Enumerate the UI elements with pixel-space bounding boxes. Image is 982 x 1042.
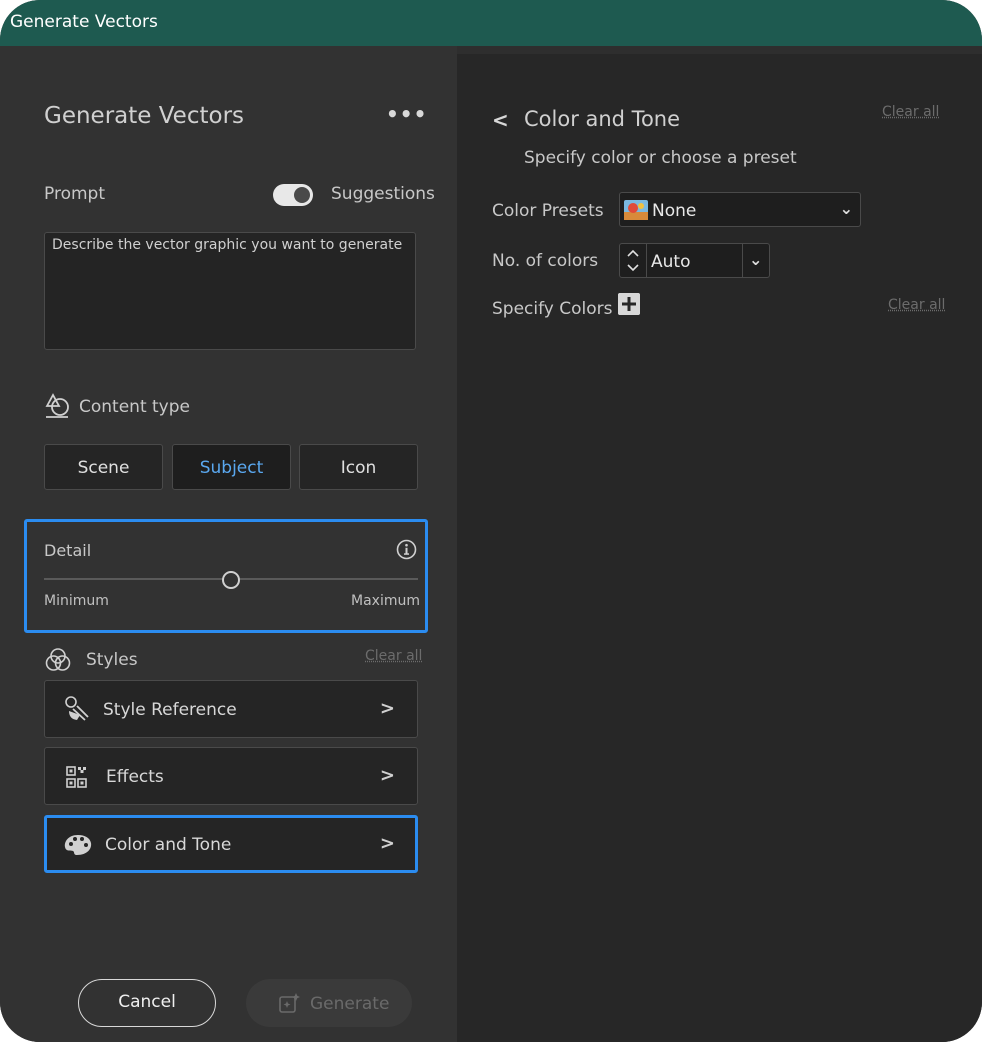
window-title: Generate Vectors	[10, 12, 158, 32]
effects-icon	[66, 766, 87, 788]
chevron-right-icon: >	[379, 833, 395, 854]
generate-label: Generate	[310, 994, 390, 1014]
panel-title: Generate Vectors	[44, 103, 245, 129]
content-type-scene-button[interactable]: Scene	[44, 444, 163, 490]
effects-row[interactable]: Effects >	[44, 747, 418, 805]
specify-colors-clear-all-link[interactable]: Clear all	[888, 297, 945, 313]
generate-sparkle-icon	[279, 993, 300, 1013]
content-type-icon	[45, 393, 69, 418]
suggestions-label: Suggestions	[331, 184, 435, 204]
styles-label: Styles	[86, 650, 138, 670]
more-options-icon[interactable]: •••	[386, 102, 427, 126]
content-type-subject-button[interactable]: Subject	[172, 444, 291, 490]
styles-icon	[45, 648, 71, 671]
color-tone-clear-all-link[interactable]: Clear all	[882, 104, 939, 120]
prompt-label: Prompt	[44, 184, 105, 204]
num-colors-combobox[interactable]: Auto ⌄	[619, 243, 770, 278]
stepper-up-down-icon[interactable]	[620, 244, 647, 277]
color-and-tone-label: Color and Tone	[105, 835, 232, 855]
style-reference-row[interactable]: Style Reference >	[44, 680, 418, 738]
title-bar: Generate Vectors	[0, 0, 982, 46]
color-presets-dropdown[interactable]: None ⌄	[619, 192, 861, 227]
content-type-icon-button[interactable]: Icon	[299, 444, 418, 490]
suggestions-toggle[interactable]	[273, 184, 313, 206]
add-color-icon[interactable]	[618, 293, 640, 315]
prompt-input[interactable]: Describe the vector graphic you want to …	[44, 232, 416, 350]
styles-clear-all-link[interactable]: Clear all	[365, 648, 422, 664]
effects-label: Effects	[106, 767, 164, 787]
color-presets-value: None	[652, 201, 697, 221]
preset-thumbnail-icon	[624, 200, 648, 220]
style-reference-label: Style Reference	[103, 700, 237, 720]
back-chevron-icon[interactable]: <	[492, 108, 509, 132]
num-colors-value: Auto	[651, 252, 691, 272]
num-colors-label: No. of colors	[492, 251, 599, 271]
detail-slider-handle[interactable]	[222, 571, 240, 589]
generate-button[interactable]: Generate	[246, 979, 412, 1027]
chevron-right-icon: >	[379, 698, 395, 719]
combobox-divider	[742, 244, 743, 277]
chevron-right-icon: >	[379, 765, 395, 786]
palette-icon	[64, 835, 92, 855]
detail-label: Detail	[44, 541, 92, 560]
detail-min-label: Minimum	[44, 593, 109, 609]
color-and-tone-row[interactable]: Color and Tone >	[44, 815, 418, 873]
toggle-knob	[294, 187, 310, 203]
app-window: Generate Vectors Generate Vectors ••• Pr…	[0, 0, 982, 1042]
chevron-down-icon: ⌄	[839, 199, 853, 218]
panel-divider	[457, 46, 982, 54]
style-reference-icon	[65, 696, 89, 721]
info-icon[interactable]	[396, 539, 417, 560]
cancel-button[interactable]: Cancel	[78, 979, 216, 1027]
content-type-label: Content type	[79, 397, 190, 417]
chevron-down-icon[interactable]: ⌄	[749, 250, 762, 269]
specify-colors-label: Specify Colors	[492, 299, 613, 319]
color-tone-subtitle: Specify color or choose a preset	[524, 148, 797, 168]
color-presets-label: Color Presets	[492, 201, 604, 221]
detail-max-label: Maximum	[351, 593, 420, 609]
color-tone-title: Color and Tone	[524, 107, 681, 131]
